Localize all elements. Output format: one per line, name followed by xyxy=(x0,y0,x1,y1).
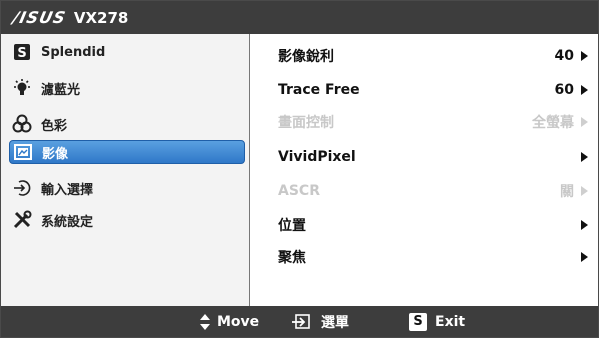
sidebar-item-label: 濾藍光 xyxy=(41,82,81,98)
asus-logo: /ISUS xyxy=(10,8,68,27)
svg-text:S: S xyxy=(17,46,26,61)
footer-exit-label: Exit xyxy=(435,313,466,330)
setting-value: 60 xyxy=(554,82,574,98)
arrow-right-icon xyxy=(581,220,588,230)
image-icon xyxy=(12,141,34,163)
setting-label: 影像銳利 xyxy=(278,49,334,65)
sidebar-item-input[interactable]: 輸入選擇 xyxy=(11,176,244,200)
input-arrow-icon xyxy=(11,177,33,199)
setting-row-ascr: ASCR 關 xyxy=(278,178,588,204)
sidebar-item-label: 輸入選擇 xyxy=(41,182,94,198)
up-down-arrow-icon xyxy=(199,313,211,331)
tools-icon xyxy=(11,209,33,231)
enter-key-icon xyxy=(291,313,313,331)
sidebar-item-color[interactable]: 色彩 xyxy=(11,112,244,136)
footer-menu[interactable]: 選單 xyxy=(291,306,349,337)
arrow-right-icon xyxy=(581,117,588,127)
color-triad-icon xyxy=(11,113,33,135)
splendid-s-icon: S xyxy=(11,41,33,63)
sidebar: S Splendid 濾藍光 色彩 影像 輸入選擇 系統設定 xyxy=(1,34,250,306)
sidebar-item-label: 色彩 xyxy=(41,118,68,134)
setting-label: VividPixel xyxy=(278,149,356,165)
setting-label: 畫面控制 xyxy=(278,115,334,131)
footer-exit[interactable]: S Exit xyxy=(409,306,465,337)
sidebar-item-system[interactable]: 系統設定 xyxy=(11,208,244,232)
setting-value: 40 xyxy=(554,48,574,64)
setting-value: 關 xyxy=(560,184,574,200)
footer-move[interactable]: Move xyxy=(199,306,259,337)
arrow-right-icon xyxy=(581,152,588,162)
setting-row-aspect-control: 畫面控制 全螢幕 xyxy=(278,109,588,135)
footer-bar: Move 選單 S Exit xyxy=(1,306,598,337)
sidebar-item-image[interactable]: 影像 xyxy=(9,140,245,164)
arrow-right-icon xyxy=(581,51,588,61)
setting-row-position[interactable]: 位置 xyxy=(278,212,588,238)
s-key-icon: S xyxy=(409,312,427,331)
arrow-right-icon xyxy=(581,85,588,95)
setting-row-vividpixel[interactable]: VividPixel xyxy=(278,144,588,170)
setting-label: 位置 xyxy=(278,218,306,234)
osd-menu: /ISUS VX278 S Splendid 濾藍光 色彩 影像 輸入選擇 系統… xyxy=(0,0,599,338)
setting-value: 全螢幕 xyxy=(532,115,574,131)
sidebar-item-label: 影像 xyxy=(42,146,69,162)
sidebar-item-label: 系統設定 xyxy=(41,214,94,230)
settings-panel: 影像銳利 40 Trace Free 60 畫面控制 全螢幕 VividPixe… xyxy=(250,34,598,306)
setting-row-trace-free[interactable]: Trace Free 60 xyxy=(278,77,588,103)
arrow-right-icon xyxy=(581,186,588,196)
setting-row-sharpness[interactable]: 影像銳利 40 xyxy=(278,43,588,69)
setting-row-focus[interactable]: 聚焦 xyxy=(278,244,588,270)
footer-menu-label: 選單 xyxy=(321,314,349,331)
model-name: VX278 xyxy=(73,8,129,27)
sidebar-item-label: Splendid xyxy=(41,44,106,60)
sidebar-item-splendid[interactable]: S Splendid xyxy=(11,40,244,64)
setting-label: 聚焦 xyxy=(278,250,306,266)
arrow-right-icon xyxy=(581,252,588,262)
bulb-icon xyxy=(11,77,33,99)
setting-label: ASCR xyxy=(278,183,320,199)
footer-move-label: Move xyxy=(217,313,260,330)
sidebar-item-bluelight[interactable]: 濾藍光 xyxy=(11,76,244,100)
setting-label: Trace Free xyxy=(278,82,360,98)
header-bar: /ISUS VX278 xyxy=(1,1,598,34)
